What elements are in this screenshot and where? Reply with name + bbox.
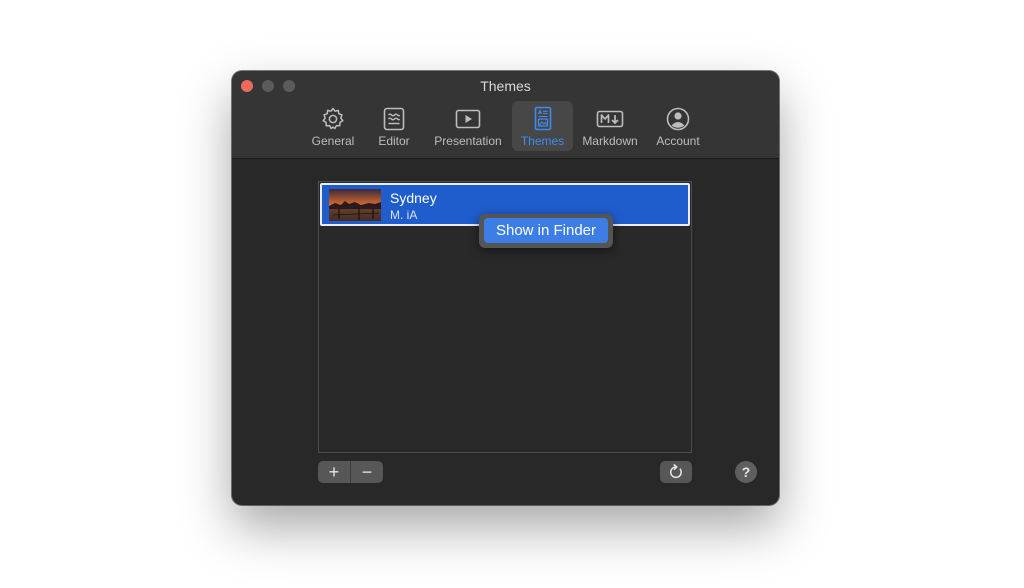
- tab-label: Account: [656, 134, 700, 148]
- play-icon: [455, 109, 481, 129]
- window-title: Themes: [480, 78, 531, 94]
- theme-thumbnail: [329, 189, 381, 221]
- editor-icon: [383, 107, 405, 131]
- context-popover: Show in Finder: [479, 214, 613, 248]
- tab-label: Editor: [378, 134, 410, 148]
- themes-window: Themes General Editor Presentation Theme…: [232, 71, 779, 505]
- tab-account[interactable]: Account: [652, 101, 704, 151]
- add-theme-button[interactable]: +: [318, 461, 350, 483]
- refresh-icon: [670, 464, 682, 479]
- titlebar: Themes General Editor Presentation Theme…: [232, 71, 779, 159]
- refresh-button[interactable]: [660, 461, 692, 483]
- tab-markdown[interactable]: Markdown: [578, 101, 642, 151]
- tab-themes[interactable]: Themes: [512, 101, 573, 151]
- show-in-finder-button[interactable]: Show in Finder: [484, 218, 608, 243]
- markdown-icon: [596, 110, 624, 128]
- account-icon: [666, 107, 690, 131]
- tab-presentation[interactable]: Presentation: [430, 101, 506, 151]
- remove-theme-button[interactable]: −: [351, 461, 383, 483]
- tab-general[interactable]: General: [306, 101, 360, 151]
- tab-label: Markdown: [582, 134, 638, 148]
- theme-author: M. iA: [390, 208, 418, 222]
- theme-name: Sydney: [390, 190, 437, 206]
- help-button[interactable]: ?: [735, 461, 757, 483]
- add-remove-control: + −: [318, 461, 383, 483]
- tab-label: Presentation: [434, 134, 502, 148]
- gear-icon: [322, 107, 344, 130]
- tab-editor[interactable]: Editor: [371, 101, 417, 151]
- tab-label: General: [311, 134, 355, 148]
- tab-label: Themes: [520, 134, 565, 148]
- themes-icon: [534, 106, 551, 131]
